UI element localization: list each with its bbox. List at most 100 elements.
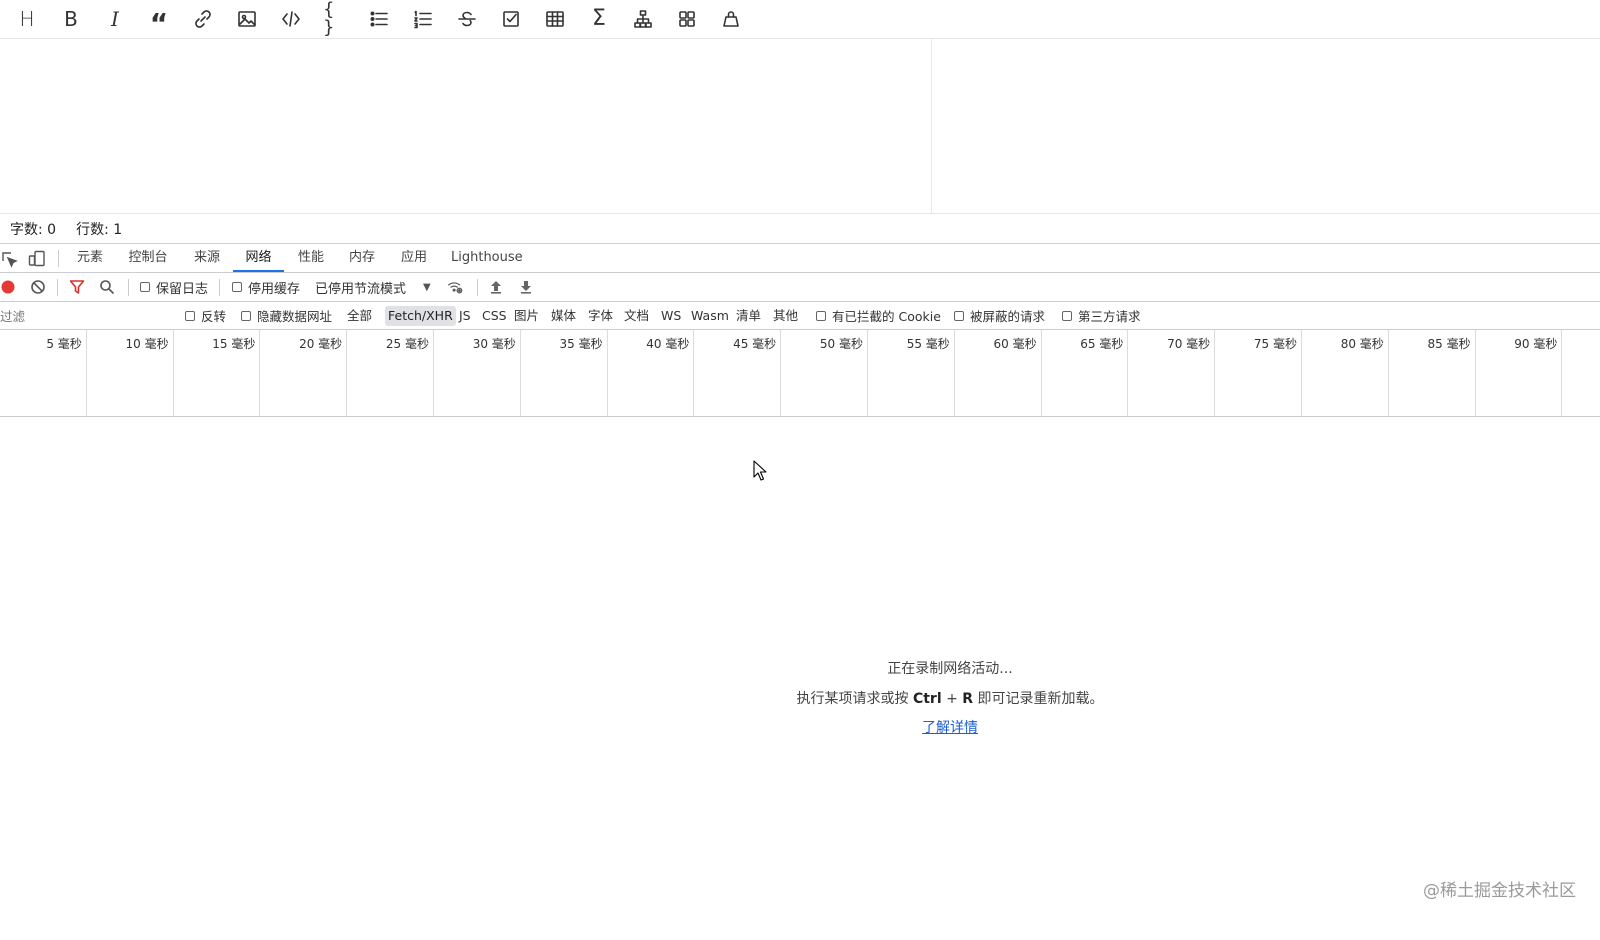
- network-overview-timeline[interactable]: 5 毫秒 10 毫秒 15 毫秒 20 毫秒 25 毫秒 30 毫秒 35 毫秒 40 毫秒 4…: [0, 330, 1600, 417]
- hide-data-urls-label: 隐藏数据网址: [257, 309, 333, 324]
- timeline-tick-label: 10 毫秒: [125, 337, 169, 351]
- heading-icon[interactable]: H: [15, 7, 39, 31]
- type-js-label: JS: [459, 307, 471, 323]
- blocked-requests-box[interactable]: [954, 310, 964, 321]
- record-icon[interactable]: [0, 273, 16, 301]
- timeline-tick: 80 毫秒: [1302, 330, 1389, 416]
- word-count: 字数: 0: [10, 221, 57, 238]
- tab-network[interactable]: 网络: [233, 244, 284, 272]
- type-filter-ws[interactable]: WS: [658, 302, 684, 329]
- type-css-label: CSS: [482, 307, 507, 323]
- timeline-tick-label: 35 毫秒: [559, 337, 603, 351]
- timeline-tick: 55 毫秒: [868, 330, 955, 416]
- watermark: @稀土掘金技术社区: [1423, 881, 1576, 901]
- type-filter-img[interactable]: 图片: [511, 302, 542, 329]
- code-icon[interactable]: [279, 7, 303, 31]
- bold-icon[interactable]: B: [59, 7, 83, 31]
- network-toolbar: 保留日志 停用缓存 已停用节流模式 ▼: [0, 273, 1600, 302]
- type-filter-media[interactable]: 媒体: [548, 302, 579, 329]
- line-count: 行数: 1: [76, 221, 123, 238]
- tab-memory[interactable]: 内存: [347, 244, 377, 272]
- filter-icon[interactable]: [69, 273, 85, 301]
- third-party-box[interactable]: [1062, 310, 1072, 321]
- tab-elements[interactable]: 元素: [75, 244, 105, 272]
- timeline-tick: 75 毫秒: [1215, 330, 1302, 416]
- tab-console[interactable]: 控制台: [127, 244, 169, 272]
- task-list-icon[interactable]: [499, 7, 523, 31]
- disable-cache-checkbox[interactable]: 停用缓存: [232, 273, 300, 301]
- network-conditions-icon[interactable]: [447, 273, 463, 301]
- timeline-tick: 85 毫秒: [1389, 330, 1476, 416]
- ordered-list-icon[interactable]: [411, 7, 435, 31]
- type-filter-other[interactable]: 其他: [770, 302, 801, 329]
- throttling-select[interactable]: 已停用节流模式 ▼: [315, 273, 431, 301]
- invert-box[interactable]: [185, 310, 195, 321]
- key-ctrl: Ctrl: [912, 691, 942, 707]
- image-icon[interactable]: [235, 7, 259, 31]
- quote-icon[interactable]: “: [147, 7, 171, 38]
- clear-icon[interactable]: [719, 7, 743, 31]
- timeline-tick: 15 毫秒: [174, 330, 261, 416]
- formula-icon[interactable]: Σ: [587, 7, 611, 31]
- timeline-tick-label: 65 毫秒: [1080, 337, 1124, 351]
- disable-cache-label: 停用缓存: [248, 281, 301, 297]
- type-img-label: 图片: [514, 307, 540, 323]
- throttling-label: 已停用节流模式: [315, 281, 407, 297]
- type-filter-manifest[interactable]: 清单: [733, 302, 764, 329]
- type-filter-wasm[interactable]: Wasm: [688, 302, 732, 329]
- third-party-checkbox[interactable]: 第三方请求: [1062, 302, 1141, 329]
- blocked-requests-checkbox[interactable]: 被屏蔽的请求: [954, 302, 1045, 329]
- unordered-list-icon[interactable]: [367, 7, 391, 31]
- search-icon[interactable]: [99, 273, 115, 301]
- hide-data-urls-checkbox[interactable]: 隐藏数据网址: [241, 302, 332, 329]
- learn-more-link[interactable]: 了解详情: [922, 720, 978, 736]
- blocked-cookies-checkbox[interactable]: 有已拦截的 Cookie: [816, 302, 941, 329]
- tab-sources[interactable]: 来源: [192, 244, 222, 272]
- timeline-tick-label: 75 毫秒: [1253, 337, 1297, 351]
- preserve-log-checkbox[interactable]: 保留日志: [140, 273, 208, 301]
- timeline-tick: 30 毫秒: [434, 330, 521, 416]
- type-filter-font[interactable]: 字体: [585, 302, 616, 329]
- timeline-tick-label: 85 毫秒: [1427, 337, 1471, 351]
- italic-icon[interactable]: I: [103, 7, 127, 31]
- timeline-tick-label: 80 毫秒: [1340, 337, 1384, 351]
- key-r: R: [962, 691, 974, 707]
- type-filter-css[interactable]: CSS: [479, 302, 510, 329]
- type-filter-all[interactable]: 全部: [344, 302, 375, 329]
- timeline-tick: 40 毫秒: [608, 330, 695, 416]
- timeline-tick-label: 90 毫秒: [1514, 337, 1558, 351]
- network-filter-bar: 反转 隐藏数据网址 全部 Fetch/XHR JS CSS 图片 媒体 字体 文…: [0, 302, 1600, 330]
- mermaid-diagram-icon[interactable]: [631, 7, 655, 31]
- export-har-icon[interactable]: [518, 273, 534, 301]
- tab-application[interactable]: 应用: [399, 244, 429, 272]
- type-filter-fetch-xhr[interactable]: Fetch/XHR: [385, 302, 456, 329]
- tab-lighthouse[interactable]: Lighthouse: [451, 244, 523, 272]
- clear-log-icon[interactable]: [30, 273, 46, 301]
- link-icon[interactable]: [191, 7, 215, 31]
- type-filter-js[interactable]: JS: [456, 302, 474, 329]
- strikethrough-icon[interactable]: [455, 7, 479, 31]
- grid-icon[interactable]: [675, 7, 699, 31]
- tab-performance[interactable]: 性能: [296, 244, 326, 272]
- preserve-log-box[interactable]: [140, 282, 150, 292]
- blocked-cookies-label: 有已拦截的 Cookie: [832, 309, 941, 324]
- code-block-icon[interactable]: { }: [323, 1, 347, 37]
- type-other-label: 其他: [773, 307, 799, 323]
- invert-checkbox[interactable]: 反转: [185, 302, 226, 329]
- devtools-tabbar: 元素 控制台 来源 网络 性能 内存 应用 Lighthouse: [0, 244, 1600, 273]
- reload-hint-suffix: 即可记录重新加载。: [973, 691, 1104, 707]
- editor-input-pane[interactable]: [0, 39, 931, 213]
- timeline-tick: 90 毫秒: [1476, 330, 1563, 416]
- hide-data-urls-box[interactable]: [241, 310, 251, 321]
- filter-input[interactable]: [0, 306, 170, 326]
- type-filter-doc[interactable]: 文档: [621, 302, 652, 329]
- import-har-icon[interactable]: [488, 273, 504, 301]
- device-toolbar-icon[interactable]: [28, 250, 46, 268]
- preview-pane: [931, 39, 1600, 213]
- disable-cache-box[interactable]: [232, 282, 242, 292]
- blocked-cookies-box[interactable]: [816, 310, 826, 321]
- inspect-element-icon[interactable]: [0, 250, 18, 268]
- timeline-tick: 35 毫秒: [521, 330, 608, 416]
- timeline-tick-label: 50 毫秒: [819, 337, 863, 351]
- table-icon[interactable]: [543, 7, 567, 31]
